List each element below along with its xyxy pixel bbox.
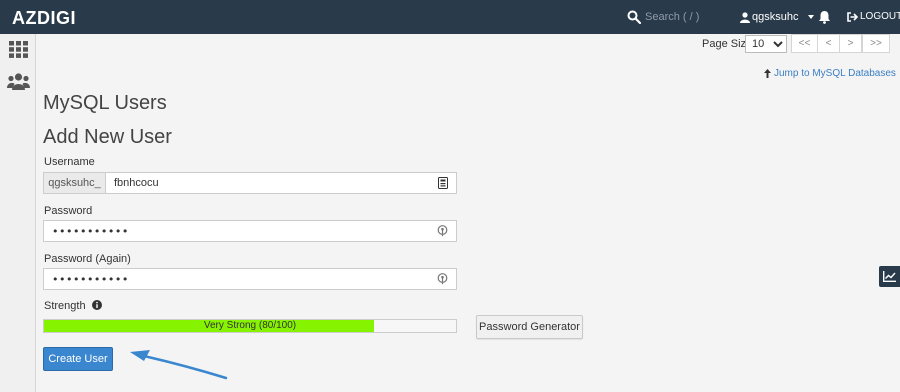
pager-first-button[interactable]: << bbox=[791, 34, 818, 53]
username-prefix: qgsksuhc_ bbox=[44, 173, 106, 193]
jump-link-label: Jump to MySQL Databases bbox=[774, 68, 896, 79]
chart-icon bbox=[883, 271, 896, 282]
contact-card-icon[interactable] bbox=[438, 177, 448, 189]
users-icon[interactable] bbox=[7, 73, 30, 90]
password-again-input[interactable] bbox=[44, 272, 437, 286]
search-icon[interactable] bbox=[627, 10, 641, 24]
jump-to-databases-link[interactable]: Jump to MySQL Databases bbox=[764, 68, 896, 79]
brand-logo[interactable]: AZDIGI bbox=[12, 8, 76, 29]
info-icon[interactable] bbox=[91, 300, 102, 310]
password-again-label-text: Password (Again) bbox=[44, 253, 131, 265]
username-label-text: Username bbox=[44, 156, 95, 168]
section-title: Add New User bbox=[43, 126, 172, 148]
username-field: qgsksuhc_ bbox=[43, 172, 457, 194]
search-input[interactable] bbox=[645, 9, 725, 25]
annotation-arrow bbox=[130, 350, 228, 380]
username-input[interactable] bbox=[106, 173, 438, 193]
bell-icon[interactable] bbox=[818, 10, 831, 24]
sidebar bbox=[0, 34, 36, 392]
key-icon[interactable] bbox=[437, 225, 448, 237]
strength-label-text: Strength bbox=[44, 300, 102, 312]
logout-icon bbox=[847, 11, 858, 22]
password-label-text: Password bbox=[44, 205, 93, 217]
pager-next-button[interactable]: > bbox=[839, 34, 862, 53]
create-user-button[interactable]: Create User bbox=[43, 347, 113, 371]
pager-prev-button[interactable]: < bbox=[817, 34, 840, 53]
strength-meter-text: Very Strong (80/100) bbox=[203, 320, 297, 331]
strength-label: Strength bbox=[44, 300, 86, 312]
chevron-down-icon bbox=[808, 15, 815, 19]
pager-last-button[interactable]: >> bbox=[862, 34, 890, 53]
logout-button[interactable]: LOGOUT bbox=[847, 11, 900, 22]
page-size-select[interactable]: 10 bbox=[745, 35, 787, 53]
top-navbar: AZDIGI qgsksuhc LOGOUT bbox=[0, 0, 900, 34]
key-icon[interactable] bbox=[437, 273, 448, 285]
stats-toggle-button[interactable] bbox=[879, 266, 900, 287]
apps-grid-icon[interactable] bbox=[9, 41, 28, 58]
password-again-field bbox=[43, 268, 457, 290]
user-icon bbox=[740, 11, 750, 23]
logout-label: LOGOUT bbox=[860, 11, 900, 22]
password-field bbox=[43, 220, 457, 242]
page-title: MySQL Users bbox=[43, 92, 167, 114]
strength-meter: Very Strong (80/100) bbox=[43, 319, 457, 333]
username-label: qgsksuhc bbox=[752, 11, 799, 23]
password-generator-button[interactable]: Password Generator bbox=[476, 315, 583, 339]
password-input[interactable] bbox=[44, 224, 437, 238]
user-menu[interactable]: qgsksuhc bbox=[740, 9, 815, 25]
arrow-up-icon bbox=[764, 69, 771, 78]
